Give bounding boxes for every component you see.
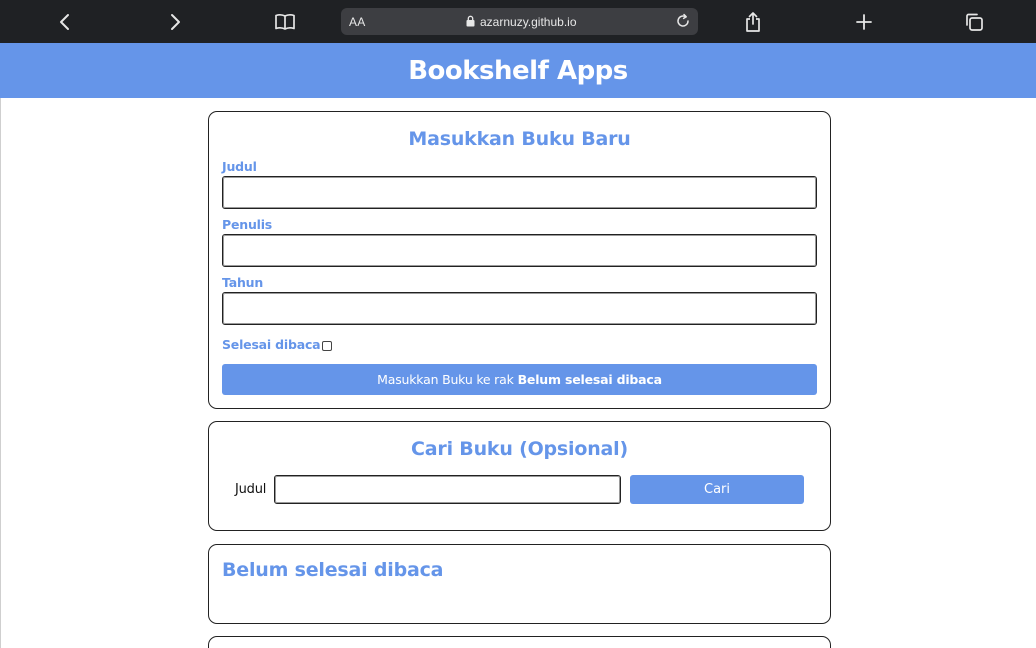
book-icon	[275, 13, 295, 30]
incomplete-shelf-title: Belum selesai dibaca	[222, 559, 444, 581]
url-text: azarnuzy.github.io	[480, 15, 577, 29]
chevron-right-icon	[171, 14, 180, 30]
app-header: Bookshelf Apps	[0, 43, 1036, 98]
add-book-button-shelf: Belum selesai dibaca	[517, 372, 662, 387]
back-button[interactable]	[52, 9, 78, 35]
book-year-input[interactable]	[222, 292, 817, 325]
book-title-label: Judul	[222, 159, 257, 174]
reload-icon[interactable]	[675, 13, 691, 29]
plus-icon	[856, 14, 872, 30]
book-author-label: Penulis	[222, 217, 273, 232]
address-bar[interactable]: AA azarnuzy.github.io	[341, 8, 698, 35]
input-book-section: Masukkan Buku Baru Judul Penulis Tahun S…	[208, 111, 831, 409]
tabs-icon	[966, 13, 983, 31]
search-submit-button[interactable]: Cari	[630, 475, 804, 504]
search-book-section: Cari Buku (Opsional) Judul Cari	[208, 421, 831, 531]
new-tab-button[interactable]	[851, 9, 877, 35]
forward-button[interactable]	[162, 9, 188, 35]
app-title: Bookshelf Apps	[408, 55, 628, 86]
book-complete-label: Selesai dibaca	[222, 337, 321, 352]
search-title-label: Judul	[235, 482, 267, 497]
add-book-button-prefix: Masukkan Buku ke rak	[377, 372, 514, 387]
bookmarks-button[interactable]	[272, 9, 298, 35]
search-title-input[interactable]	[274, 475, 621, 504]
page-border	[0, 98, 1, 648]
tabs-overview-button[interactable]	[961, 9, 987, 35]
input-section-title: Masukkan Buku Baru	[408, 128, 631, 150]
incomplete-bookshelf: Belum selesai dibaca	[208, 544, 831, 624]
book-title-input[interactable]	[222, 176, 817, 209]
share-icon	[746, 12, 760, 32]
chevron-left-icon	[60, 14, 69, 30]
lock-icon	[466, 15, 475, 27]
reader-aa-button[interactable]: AA	[349, 15, 365, 29]
book-year-label: Tahun	[222, 275, 264, 290]
browser-toolbar: AA azarnuzy.github.io	[0, 0, 1036, 43]
book-author-input[interactable]	[222, 234, 817, 267]
add-book-button[interactable]: Masukkan Buku ke rak Belum selesai dibac…	[222, 364, 817, 395]
share-button[interactable]	[740, 9, 766, 35]
search-section-title: Cari Buku (Opsional)	[411, 438, 628, 460]
complete-bookshelf	[208, 636, 831, 648]
book-complete-checkbox[interactable]	[322, 341, 332, 351]
